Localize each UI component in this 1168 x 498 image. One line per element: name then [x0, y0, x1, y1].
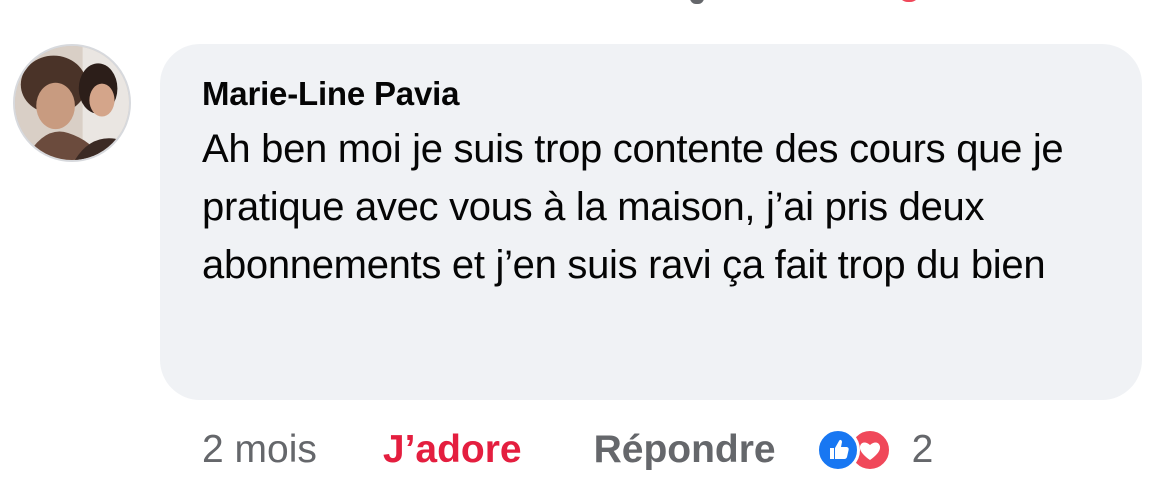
reaction-button[interactable]: J’adore: [383, 428, 522, 472]
comment-author[interactable]: Marie-Line Pavia: [202, 74, 1106, 114]
comment-text: Ah ben moi je suis trop contente des cou…: [202, 127, 1064, 287]
like-icon: [815, 428, 860, 472]
previous-reaction-fragment: [898, 0, 920, 2]
avatar[interactable]: [13, 44, 131, 162]
previous-comment-fragment: [690, 0, 704, 4]
comment-actions: 2 mois J’adore Répondre 2: [202, 424, 933, 476]
reply-button[interactable]: Répondre: [594, 428, 776, 472]
profile-photo-icon: [15, 46, 129, 160]
reaction-summary[interactable]: [815, 426, 898, 474]
comment-timestamp[interactable]: 2 mois: [202, 428, 317, 472]
comment-thread: Marie-Line Pavia Ah ben moi je suis trop…: [0, 0, 1168, 498]
comment-bubble: Marie-Line Pavia Ah ben moi je suis trop…: [160, 44, 1142, 400]
reaction-count[interactable]: 2: [912, 428, 934, 472]
